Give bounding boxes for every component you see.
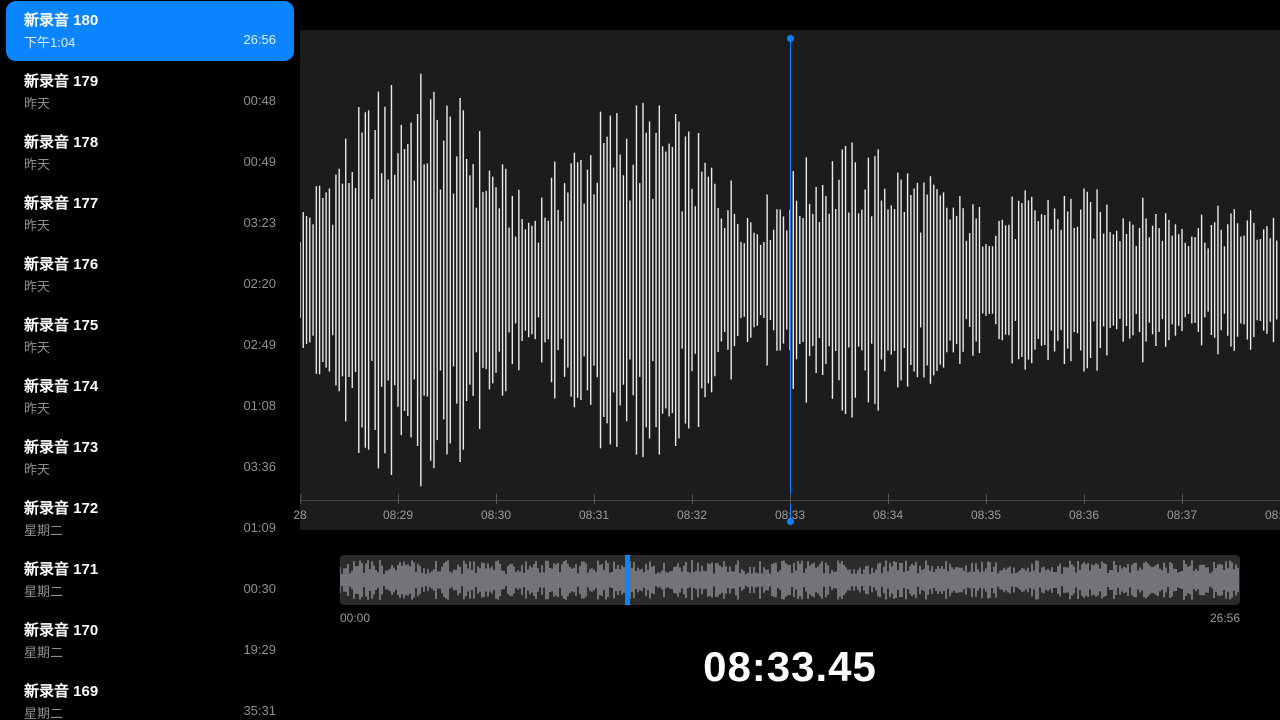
recording-date: 昨天 (24, 459, 50, 478)
overview-bar[interactable]: 00:00 26:56 (340, 555, 1240, 625)
recording-title: 新录音 176 (24, 253, 276, 274)
overview-start-label: 00:00 (340, 611, 370, 625)
timeline-tick: 08:37 (1167, 508, 1197, 522)
timeline-tick: 28 (293, 508, 306, 522)
overview-handle[interactable] (625, 555, 630, 605)
recording-date: 昨天 (24, 93, 50, 112)
recording-duration: 03:23 (243, 215, 276, 234)
recording-item[interactable]: 新录音 177 昨天 03:23 (6, 184, 294, 244)
current-time-display: 08:33.45 (300, 643, 1280, 691)
recording-title: 新录音 169 (24, 680, 276, 701)
recording-title: 新录音 177 (24, 192, 276, 213)
recording-duration: 35:31 (243, 703, 276, 720)
recording-title: 新录音 180 (24, 9, 276, 30)
recording-title: 新录音 170 (24, 619, 276, 640)
recording-date: 星期二 (24, 581, 63, 600)
recording-item[interactable]: 新录音 170 星期二 19:29 (6, 611, 294, 671)
recording-duration: 00:49 (243, 154, 276, 173)
recording-duration: 00:48 (243, 93, 276, 112)
recording-item[interactable]: 新录音 169 星期二 35:31 (6, 672, 294, 720)
recording-title: 新录音 178 (24, 131, 276, 152)
recording-item[interactable]: 新录音 173 昨天 03:36 (6, 428, 294, 488)
timeline-tick: 08:34 (873, 508, 903, 522)
recording-title: 新录音 174 (24, 375, 276, 396)
recording-date: 下午1:04 (24, 32, 75, 51)
timeline-ruler[interactable]: 2808:2908:3008:3108:3208:3308:3408:3508:… (300, 500, 1280, 530)
timeline-tick: 08:33 (775, 508, 805, 522)
recording-item[interactable]: 新录音 175 昨天 02:49 (6, 306, 294, 366)
recording-date: 昨天 (24, 154, 50, 173)
recording-date: 昨天 (24, 398, 50, 417)
timeline-tick: 08:32 (677, 508, 707, 522)
recording-date: 星期二 (24, 642, 63, 661)
recording-title: 新录音 171 (24, 558, 276, 579)
recording-duration: 26:56 (243, 32, 276, 51)
recording-date: 昨天 (24, 276, 50, 295)
recordings-sidebar[interactable]: 新录音 180 下午1:04 26:56 新录音 179 昨天 00:48 新录音 178 昨… (0, 0, 300, 720)
timeline-tick: 08:35 (971, 508, 1001, 522)
recording-date: 昨天 (24, 337, 50, 356)
recording-title: 新录音 173 (24, 436, 276, 457)
recording-title: 新录音 172 (24, 497, 276, 518)
timeline-tick: 08:30 (481, 508, 511, 522)
recording-date: 星期二 (24, 520, 63, 539)
main-panel: 2808:2908:3008:3108:3208:3308:3408:3508:… (300, 0, 1280, 720)
recording-duration: 02:49 (243, 337, 276, 356)
recording-item[interactable]: 新录音 176 昨天 02:20 (6, 245, 294, 305)
timeline-tick: 08:29 (383, 508, 413, 522)
recording-duration: 00:30 (243, 581, 276, 600)
recording-duration: 19:29 (243, 642, 276, 661)
recording-item[interactable]: 新录音 180 下午1:04 26:56 (6, 1, 294, 61)
recording-duration: 02:20 (243, 276, 276, 295)
recording-date: 星期二 (24, 703, 63, 720)
timeline-tick: 08:31 (579, 508, 609, 522)
recording-duration: 01:08 (243, 398, 276, 417)
recording-title: 新录音 179 (24, 70, 276, 91)
recording-date: 昨天 (24, 215, 50, 234)
recording-item[interactable]: 新录音 174 昨天 01:08 (6, 367, 294, 427)
recording-item[interactable]: 新录音 179 昨天 00:48 (6, 62, 294, 122)
timeline-tick: 08:36 (1069, 508, 1099, 522)
timeline-tick: 08:38 (1265, 508, 1280, 522)
overview-end-label: 26:56 (1210, 611, 1240, 625)
recording-item[interactable]: 新录音 171 星期二 00:30 (6, 550, 294, 610)
recording-item[interactable]: 新录音 178 昨天 00:49 (6, 123, 294, 183)
recording-duration: 01:09 (243, 520, 276, 539)
recording-title: 新录音 175 (24, 314, 276, 335)
recording-duration: 03:36 (243, 459, 276, 478)
playhead[interactable] (790, 38, 791, 522)
waveform-display[interactable]: 2808:2908:3008:3108:3208:3308:3408:3508:… (300, 30, 1280, 530)
recording-item[interactable]: 新录音 172 星期二 01:09 (6, 489, 294, 549)
